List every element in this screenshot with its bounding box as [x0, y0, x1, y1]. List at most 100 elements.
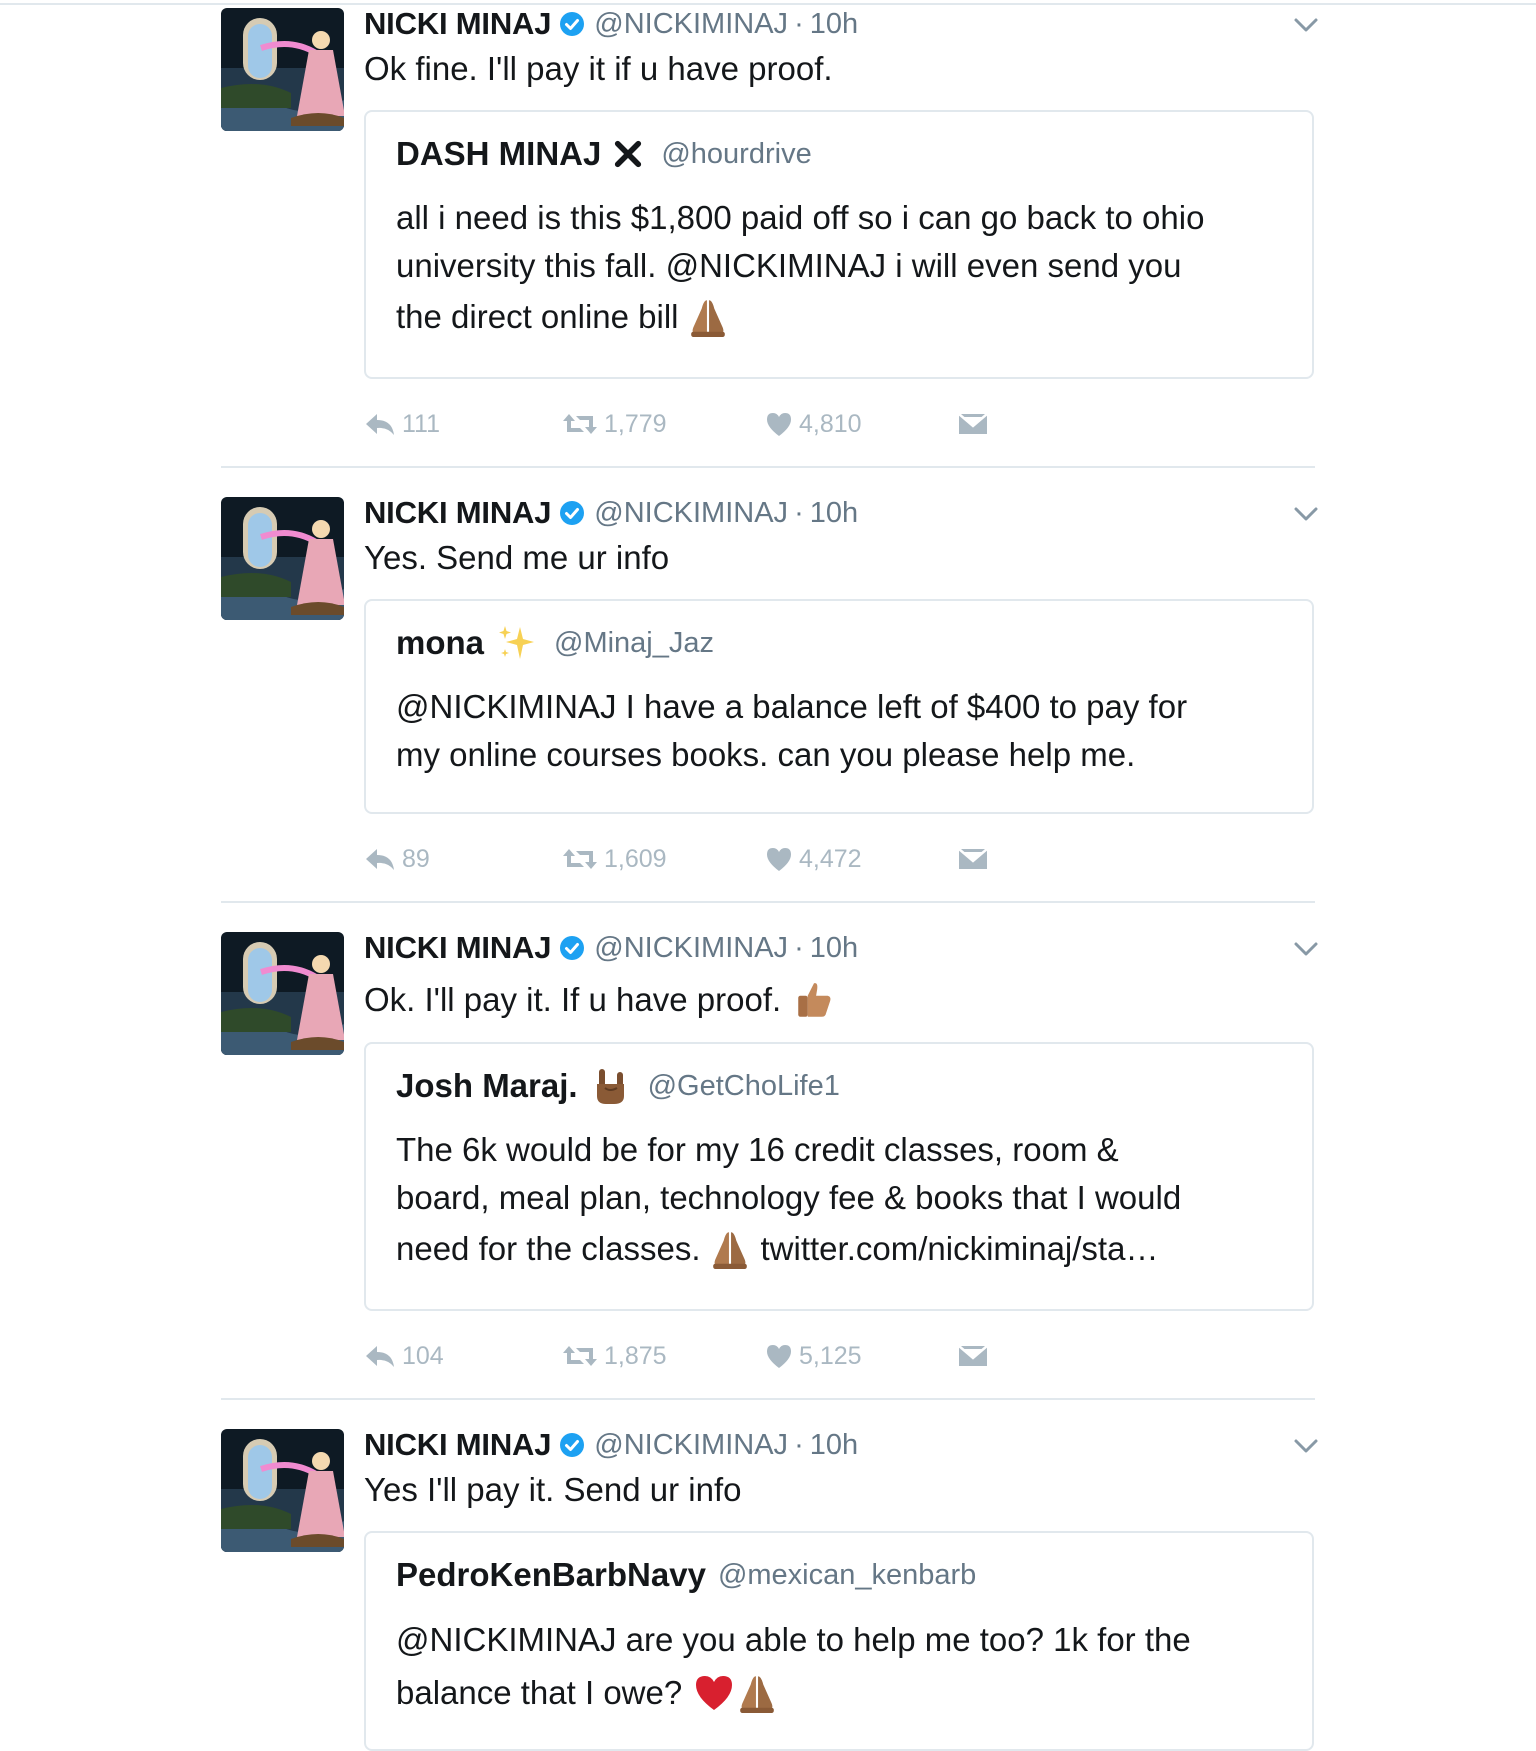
tweet-header: NICKI MINAJ @NICKIMINAJ · 10h [364, 493, 858, 533]
author-handle[interactable]: @NICKIMINAJ [594, 8, 788, 41]
quoted-text-line: @NICKIMINAJ are you able to help me too?… [396, 1621, 1191, 1658]
quoted-text: @NICKIMINAJ I have a balance left of $40… [396, 683, 1288, 779]
separator-dot: · [794, 1428, 804, 1461]
retweet-count: 1,875 [604, 1341, 667, 1370]
tweet-header: NICKI MINAJ @NICKIMINAJ · 10h [364, 928, 858, 968]
reply-count: 111 [402, 409, 441, 438]
retweet-icon [562, 412, 598, 436]
tweet-header: NICKI MINAJ @NICKIMINAJ · 10h [364, 1425, 858, 1465]
direct-message-button[interactable] [958, 839, 994, 879]
retweet-count: 1,779 [604, 409, 667, 438]
quoted-text-line: university this fall. @NICKIMINAJ i will… [396, 247, 1182, 284]
quoted-text: all i need is this $1,800 paid off so i … [396, 194, 1288, 344]
reply-button[interactable]: 89 [364, 839, 430, 879]
quoted-tweet[interactable]: mona @Minaj_Jaz @NICKIMINAJ I have a bal… [364, 599, 1314, 814]
quoted-author-name: DASH MINAJ [396, 135, 602, 172]
quoted-author-handle: @Minaj_Jaz [554, 626, 715, 659]
separator-dot: · [794, 931, 804, 964]
author-name[interactable]: NICKI MINAJ [364, 930, 551, 966]
timestamp[interactable]: 10h [810, 8, 858, 41]
author-name[interactable]: NICKI MINAJ [364, 495, 551, 531]
separator-dot: · [794, 496, 804, 529]
verified-icon [559, 11, 585, 37]
envelope-icon [958, 848, 988, 870]
tweet-text: Ok fine. I'll pay it if u have proof. [364, 50, 833, 87]
quoted-text-line: my online courses books. can you please … [396, 736, 1136, 773]
chevron-down-icon[interactable] [1293, 941, 1319, 957]
reply-button[interactable]: 111 [364, 404, 440, 444]
quoted-author-handle: @GetChoLife1 [647, 1069, 840, 1102]
quoted-author-name: PedroKenBarbNavy [396, 1556, 706, 1593]
tweet-text: Yes. Send me ur info [364, 539, 670, 576]
chevron-down-icon[interactable] [1293, 17, 1319, 33]
quoted-text-line: all i need is this $1,800 paid off so i … [396, 199, 1205, 236]
retweet-button[interactable]: 1,875 [562, 1336, 667, 1376]
cross-mark-icon [613, 139, 643, 169]
quoted-tweet[interactable]: PedroKenBarbNavy @mexican_kenbarb @NICKI… [364, 1531, 1314, 1751]
author-handle[interactable]: @NICKIMINAJ [594, 1429, 788, 1462]
like-button[interactable]: 4,472 [765, 839, 862, 879]
author-name[interactable]: NICKI MINAJ [364, 6, 551, 42]
chevron-down-icon[interactable] [1293, 1438, 1319, 1454]
retweet-icon [562, 847, 598, 871]
like-count: 4,810 [799, 409, 862, 438]
quoted-text-line: The 6k would be for my 16 credit classes… [396, 1131, 1119, 1168]
quoted-text-line: the direct online bill [396, 298, 679, 335]
verified-icon [559, 935, 585, 961]
quoted-text: The 6k would be for my 16 credit classes… [396, 1126, 1288, 1276]
avatar[interactable] [221, 497, 344, 620]
quoted-link[interactable]: twitter.com/nickiminaj/sta… [761, 1230, 1159, 1268]
rock-on-hand-icon [590, 1066, 630, 1106]
retweet-icon [562, 1344, 598, 1368]
retweet-button[interactable]: 1,609 [562, 839, 667, 879]
quoted-author-name: Josh Maraj. [396, 1067, 578, 1104]
quoted-text: @NICKIMINAJ are you able to help me too?… [396, 1615, 1288, 1721]
avatar[interactable] [221, 932, 344, 1055]
tweet-header: NICKI MINAJ @NICKIMINAJ · 10h [364, 4, 858, 44]
tweet-actions: 111 1,779 4,810 [364, 404, 1004, 444]
timestamp[interactable]: 10h [810, 497, 858, 530]
quoted-text-line: board, meal plan, technology fee & books… [396, 1179, 1182, 1216]
timestamp[interactable]: 10h [810, 1429, 858, 1462]
retweet-count: 1,609 [604, 844, 667, 873]
retweet-button[interactable]: 1,779 [562, 404, 667, 444]
author-handle[interactable]: @NICKIMINAJ [594, 497, 788, 530]
verified-icon [559, 500, 585, 526]
like-count: 4,472 [799, 844, 862, 873]
like-button[interactable]: 4,810 [765, 404, 862, 444]
envelope-icon [958, 413, 988, 435]
tweet-text-row: Ok. I'll pay it. If u have proof. [364, 976, 835, 1024]
tweet-divider [221, 901, 1315, 903]
quoted-header: PedroKenBarbNavy @mexican_kenbarb [396, 1553, 976, 1597]
heart-icon [765, 1343, 793, 1369]
reply-count: 89 [402, 844, 430, 873]
reply-icon [364, 1343, 396, 1369]
reply-icon [364, 846, 396, 872]
avatar[interactable] [221, 1429, 344, 1552]
quoted-header: Josh Maraj. @GetChoLife1 [396, 1064, 840, 1108]
quoted-author-handle: @hourdrive [661, 137, 812, 170]
author-name[interactable]: NICKI MINAJ [364, 1427, 551, 1463]
like-button[interactable]: 5,125 [765, 1336, 862, 1376]
quoted-tweet[interactable]: Josh Maraj. @GetChoLife1 The 6k would be… [364, 1042, 1314, 1311]
verified-icon [559, 1432, 585, 1458]
direct-message-button[interactable] [958, 1336, 994, 1376]
tweet-divider [221, 466, 1315, 468]
timestamp[interactable]: 10h [810, 932, 858, 965]
reply-button[interactable]: 104 [364, 1336, 444, 1376]
quoted-text-line: balance that I owe? [396, 1674, 683, 1711]
author-handle[interactable]: @NICKIMINAJ [594, 932, 788, 965]
quoted-text-line: @NICKIMINAJ I have a balance left of $40… [396, 688, 1188, 725]
separator-dot: · [794, 7, 804, 40]
tweet-divider [221, 1398, 1315, 1400]
heart-icon [765, 846, 793, 872]
like-count: 5,125 [799, 1341, 862, 1370]
quoted-tweet[interactable]: DASH MINAJ @hourdrive all i need is this… [364, 110, 1314, 379]
quoted-text-line: need for the classes. [396, 1230, 701, 1267]
direct-message-button[interactable] [958, 404, 994, 444]
heart-icon [765, 411, 793, 437]
envelope-icon [958, 1345, 988, 1367]
chevron-down-icon[interactable] [1293, 506, 1319, 522]
avatar[interactable] [221, 8, 344, 131]
thumbs-up-icon [793, 979, 835, 1021]
